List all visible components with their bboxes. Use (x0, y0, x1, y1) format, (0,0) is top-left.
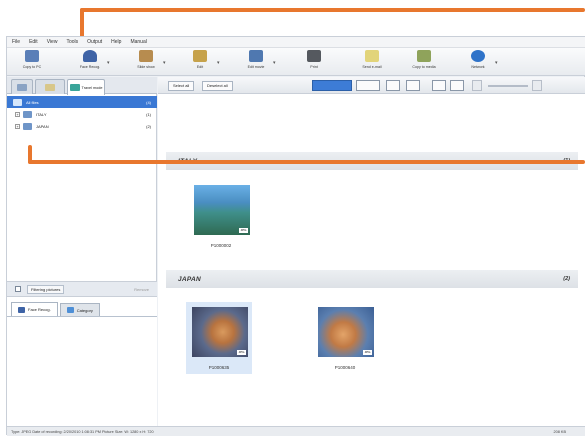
face-recognition-button[interactable]: Face Recog. (73, 50, 107, 69)
menu-bar: File Edit View Tools Output Help Manual (7, 37, 585, 48)
select-all-button[interactable]: Select all (168, 81, 195, 91)
menu-output[interactable]: Output (87, 39, 102, 45)
album-icon (13, 98, 22, 106)
menu-help[interactable]: Help (111, 39, 121, 45)
photo-thumbnail: JPG (318, 307, 374, 357)
person-icon (18, 306, 25, 313)
album-tree: All files (4) + ITALY (1) + JAPAN (2) (7, 96, 157, 132)
zoom-out-icon[interactable] (472, 80, 482, 91)
edit-movie-button[interactable]: Edit movie (239, 50, 273, 69)
menu-view[interactable]: View (47, 39, 58, 45)
filter-checkbox[interactable] (15, 286, 21, 292)
email-icon (365, 50, 379, 62)
menu-tools[interactable]: Tools (66, 39, 78, 45)
category-icon (66, 307, 74, 313)
file-size: 208 KB (553, 429, 566, 434)
edit-movie-icon (249, 50, 263, 62)
network-button[interactable]: Network (461, 50, 495, 69)
photo-thumbnail: JPG (194, 185, 250, 235)
print-button[interactable]: Print (297, 50, 331, 69)
edit-dropdown[interactable]: ▾ (217, 60, 220, 66)
slideshow-icon (139, 50, 153, 62)
folder-icon (23, 110, 32, 118)
thumbnail-view-button[interactable] (312, 80, 352, 91)
deselect-all-button[interactable]: Deselect all (202, 81, 233, 91)
tree-item-japan[interactable]: + JAPAN (2) (7, 120, 157, 132)
tab-folder-mode[interactable] (35, 79, 65, 94)
tab-category[interactable]: Category (59, 303, 100, 316)
menu-manual[interactable]: Manual (130, 39, 146, 45)
file-type-badge: JPG (237, 350, 246, 355)
thumbnail-pane: Select all Deselect all ITALY (1) JPG P1… (158, 77, 585, 426)
thumbnail-item[interactable]: JPG P1000635 (186, 302, 252, 374)
slideshow-dropdown[interactable]: ▾ (163, 60, 166, 66)
network-icon (471, 50, 485, 62)
copy-to-pc-button[interactable]: Copy to PC (15, 50, 49, 69)
app-window: File Edit View Tools Output Help Manual … (6, 36, 585, 436)
folder-icon (45, 83, 55, 91)
menu-file[interactable]: File (12, 39, 20, 45)
group-header-japan[interactable]: JAPAN (2) (166, 270, 578, 288)
send-email-button[interactable]: Send e-mail (355, 50, 389, 69)
face-recognition-dropdown[interactable]: ▾ (107, 60, 110, 66)
edit-icon (193, 50, 207, 62)
zoom-in-icon[interactable] (532, 80, 542, 91)
zoom-slider[interactable] (488, 85, 528, 87)
face-recognition-icon (83, 50, 97, 62)
callout-line-bottom (28, 160, 585, 164)
rotate-left-icon[interactable] (432, 80, 446, 91)
edit-movie-dropdown[interactable]: ▾ (273, 60, 276, 66)
map-view-button[interactable] (356, 80, 380, 91)
tree-item-all-files[interactable]: All files (4) (7, 96, 157, 108)
toolbar: Copy to PC Face Recog. ▾ Slide show ▾ Ed… (7, 48, 585, 76)
left-pane: Travel mode All files (4) + ITALY (1) + … (7, 77, 157, 426)
suitcase-icon (69, 84, 80, 91)
expand-toggle[interactable]: + (15, 111, 20, 117)
tab-travel-mode[interactable]: Travel mode (67, 79, 105, 95)
rotate-right-icon[interactable] (450, 80, 464, 91)
filter-bar: Filtering pictures Remove (7, 282, 157, 297)
callout-line-top (80, 8, 585, 12)
copy-to-media-icon (417, 50, 431, 62)
single-view-button[interactable] (386, 80, 400, 91)
calendar-icon (17, 83, 27, 91)
mode-tabs: Travel mode (7, 77, 157, 95)
copy-to-pc-icon (25, 50, 39, 62)
copy-to-media-button[interactable]: Copy to media (407, 50, 441, 69)
thumbnail-item[interactable]: JPG P1000640 (312, 302, 378, 374)
callout-line-bottom-vertical (28, 145, 32, 164)
thumbnail-item[interactable]: JPG P1000002 (188, 180, 254, 252)
tab-calendar-mode[interactable] (11, 79, 33, 94)
slideshow-button[interactable]: Slide show (129, 50, 163, 69)
file-type-badge: JPG (363, 350, 372, 355)
print-icon (307, 50, 321, 62)
network-dropdown[interactable]: ▾ (495, 60, 498, 66)
compare-view-button[interactable] (406, 80, 420, 91)
menu-edit[interactable]: Edit (29, 39, 38, 45)
tab-face-recognition[interactable]: Face Recog. (11, 302, 58, 316)
tree-item-italy[interactable]: + ITALY (1) (7, 108, 157, 120)
view-toolbar: Select all Deselect all (158, 77, 585, 94)
edit-button[interactable]: Edit (183, 50, 217, 69)
filter-panel: Filtering pictures Remove Face Recog. Ca… (7, 281, 157, 426)
folder-icon (23, 122, 32, 130)
filter-tabs: Face Recog. Category (7, 301, 157, 317)
file-type-badge: JPG (239, 228, 248, 233)
status-text: Type: JPEG Date of recording: 2/20/2010 … (11, 429, 154, 434)
filter-pictures-button[interactable]: Filtering pictures (27, 284, 65, 294)
remove-filter-button[interactable]: Remove (134, 287, 149, 292)
photo-thumbnail: JPG (192, 307, 248, 357)
expand-toggle[interactable]: + (15, 123, 20, 129)
